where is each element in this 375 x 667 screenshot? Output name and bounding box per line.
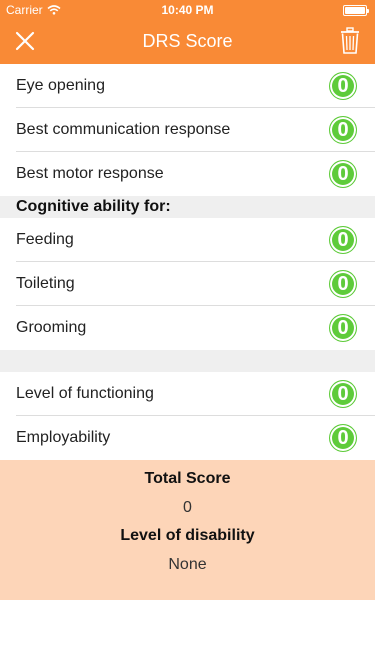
list-item-employability[interactable]: Employability 0 (0, 416, 375, 460)
disability-level-label: Level of disability (120, 527, 255, 544)
section-header-cognitive: Cognitive ability for: (0, 196, 375, 218)
battery-icon (343, 5, 369, 16)
total-score-value: 0 (183, 499, 192, 516)
score-badge: 0 (329, 314, 357, 342)
status-time: 10:40 PM (161, 3, 214, 17)
trash-icon (341, 27, 359, 54)
list-item-label: Eye opening (16, 77, 105, 94)
score-badge: 0 (329, 160, 357, 188)
battery-tip (367, 9, 369, 13)
list-item-eye-opening[interactable]: Eye opening 0 (0, 64, 375, 108)
score-summary: Total Score 0 Level of disability None (0, 460, 375, 600)
score-badge: 0 (329, 72, 357, 100)
score-badge: 0 (329, 116, 357, 144)
score-badge: 0 (329, 270, 357, 298)
score-list: Eye opening 0 Best communication respons… (0, 64, 375, 460)
list-item-level-of-functioning[interactable]: Level of functioning 0 (0, 372, 375, 416)
list-item-toileting[interactable]: Toileting 0 (0, 262, 375, 306)
list-item-label: Grooming (16, 319, 87, 336)
list-item-label: Level of functioning (16, 385, 154, 402)
battery-fill (345, 7, 365, 14)
score-badge: 0 (329, 424, 357, 452)
list-item-label: Employability (16, 429, 111, 446)
score-badge: 0 (329, 226, 357, 254)
delete-button[interactable] (339, 27, 361, 55)
disability-level-value: None (168, 556, 207, 573)
section-spacer (0, 350, 375, 372)
nav-bar: Carrier 10:40 PM DRS Score (0, 0, 375, 64)
list-item-label: Toileting (16, 275, 75, 292)
score-badge: 0 (329, 380, 357, 408)
total-score-label: Total Score (144, 470, 231, 487)
list-item-label: Best communication response (16, 121, 231, 138)
list-item-best-motor[interactable]: Best motor response 0 (0, 152, 375, 196)
list-item-grooming[interactable]: Grooming 0 (0, 306, 375, 350)
list-item-feeding[interactable]: Feeding 0 (0, 218, 375, 262)
list-item-label: Feeding (16, 231, 74, 248)
list-item-best-communication[interactable]: Best communication response 0 (0, 108, 375, 152)
page-title: DRS Score (142, 31, 233, 51)
status-bar: Carrier 10:40 PM (0, 0, 375, 20)
list-item-label: Best motor response (16, 165, 164, 182)
